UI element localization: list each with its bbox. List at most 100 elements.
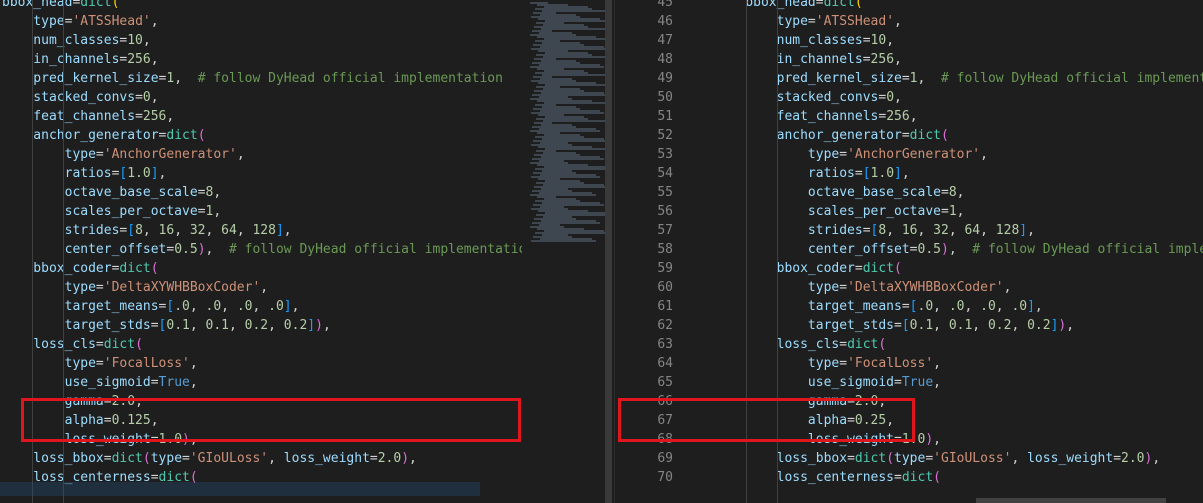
code-token: ,: [901, 166, 910, 181]
code-line[interactable]: type='DeltaXYWHBBoxCoder',: [2, 278, 269, 297]
code-line[interactable]: in_channels=256,: [2, 50, 158, 69]
code-token: target_means: [714, 299, 902, 314]
minimap[interactable]: [522, 0, 612, 503]
code-token: =: [807, 14, 816, 29]
code-token: .0: [205, 299, 222, 314]
code-line[interactable]: ratios=[1.0],: [2, 164, 167, 183]
code-line[interactable]: 59 bbox_coder=dict(: [615, 259, 902, 278]
code-token: ,: [205, 242, 229, 257]
code-text: bbox_coder=dict(: [714, 259, 902, 278]
code-token: =: [839, 147, 848, 162]
code-line[interactable]: 61 target_means=[.0, .0, .0, .0],: [615, 297, 1042, 316]
code-token: 0.5: [917, 242, 941, 257]
code-text: type='AnchorGenerator',: [2, 145, 245, 164]
code-line[interactable]: strides=[8, 16, 32, 64, 128],: [2, 221, 292, 240]
code-line[interactable]: 45 bbox_head=dict(: [615, 0, 862, 12]
code-line[interactable]: 49 pred_kernel_size=1, # follow DyHead o…: [615, 69, 1203, 88]
code-line[interactable]: 57 strides=[8, 16, 32, 64, 128],: [615, 221, 1035, 240]
code-line[interactable]: 54 ratios=[1.0],: [615, 164, 910, 183]
line-number: 62: [657, 318, 673, 333]
code-token: =: [854, 166, 863, 181]
code-token: ): [940, 242, 949, 257]
code-token: =: [862, 33, 871, 48]
code-token: =: [940, 185, 949, 200]
code-token: .0: [980, 299, 996, 314]
code-token: ,: [205, 223, 222, 238]
code-line[interactable]: 55 octave_base_scale=8,: [615, 183, 964, 202]
code-line[interactable]: loss_bbox=dict(type='GIoULoss', loss_wei…: [2, 449, 417, 468]
code-line[interactable]: 47 num_classes=10,: [615, 31, 894, 50]
code-token: 1: [909, 71, 918, 86]
code-token: [: [862, 166, 871, 181]
code-token: ,: [142, 33, 151, 48]
code-line[interactable]: target_means=[.0, .0, .0, .0],: [2, 297, 300, 316]
code-token: (: [135, 337, 143, 352]
code-line[interactable]: scales_per_octave=1,: [2, 202, 222, 221]
code-line[interactable]: 48 in_channels=256,: [615, 50, 902, 69]
code-line[interactable]: 52 anchor_generator=dict(: [615, 126, 948, 145]
code-token: ,: [980, 147, 988, 162]
code-line[interactable]: target_stds=[0.1, 0.1, 0.2, 0.2]),: [2, 316, 331, 335]
code-line[interactable]: 50 stacked_convs=0,: [615, 88, 902, 107]
code-line[interactable]: stacked_convs=0,: [2, 88, 158, 107]
code-token: ,: [189, 356, 198, 371]
code-line[interactable]: 60 type='DeltaXYWHBBoxCoder',: [615, 278, 1011, 297]
code-token: ,: [948, 223, 965, 238]
code-line[interactable]: 51 feat_channels=256,: [615, 107, 918, 126]
line-number: 61: [657, 299, 673, 314]
code-line[interactable]: num_classes=10,: [2, 31, 151, 50]
horizontal-scrollbar[interactable]: [976, 498, 1166, 503]
diff-highlight-box-left: [21, 398, 521, 442]
code-token: .0: [948, 299, 965, 314]
code-token: ,: [409, 451, 417, 466]
minimap-row: [531, 240, 596, 242]
code-token: feat_channels: [714, 109, 879, 124]
code-token: =: [135, 90, 143, 105]
code-token: ,: [956, 204, 965, 219]
code-line[interactable]: 63 loss_cls=dict(: [615, 335, 886, 354]
code-token: target_stds: [2, 318, 151, 333]
code-line[interactable]: 46 type='ATSSHead',: [615, 12, 902, 31]
code-token: ]: [1027, 299, 1035, 314]
code-text: feat_channels=256,: [2, 107, 174, 126]
code-token: ): [925, 432, 934, 447]
code-line[interactable]: 62 target_stds=[0.1, 0.1, 0.2, 0.2]),: [615, 316, 1074, 335]
line-number: 52: [657, 128, 673, 143]
code-token: ,: [236, 147, 245, 162]
code-line[interactable]: feat_channels=256,: [2, 107, 174, 126]
code-line[interactable]: loss_cls=dict(: [2, 335, 143, 354]
code-token: =: [894, 470, 902, 485]
code-text: type='DeltaXYWHBBoxCoder',: [714, 278, 1012, 297]
code-token: ,: [917, 223, 934, 238]
code-line[interactable]: 69 loss_bbox=dict(type='GIoULoss', loss_…: [615, 449, 1160, 468]
code-token: ,: [909, 109, 918, 124]
code-token: ,: [213, 185, 222, 200]
code-token: type: [2, 280, 96, 295]
code-text: target_stds=[0.1, 0.1, 0.2, 0.2]),: [2, 316, 331, 335]
code-line[interactable]: bbox_coder=dict(: [2, 259, 158, 278]
code-token: ,: [291, 299, 300, 314]
code-token: dict: [854, 451, 887, 466]
vertical-scrollbar[interactable]: [605, 0, 612, 503]
code-line[interactable]: bbox_head=dict(: [2, 0, 119, 12]
code-token: num_classes: [2, 33, 120, 48]
code-line[interactable]: octave_base_scale=8,: [2, 183, 222, 202]
code-line[interactable]: center_offset=0.5), # follow DyHead offi…: [2, 240, 522, 259]
code-line[interactable]: type='ATSSHead',: [2, 12, 158, 31]
code-token: (: [933, 470, 941, 485]
code-token: center_offset: [714, 242, 910, 257]
code-token: =: [862, 52, 871, 67]
code-line[interactable]: pred_kernel_size=1, # follow DyHead offi…: [2, 69, 503, 88]
code-token: dict: [901, 470, 934, 485]
code-line[interactable]: type='AnchorGenerator',: [2, 145, 245, 164]
code-token: 1.0: [870, 166, 895, 181]
code-line[interactable]: 53 type='AnchorGenerator',: [615, 145, 988, 164]
code-token: loss_bbox: [714, 451, 848, 466]
code-token: type: [2, 14, 65, 29]
code-token: bbox_coder: [2, 261, 112, 276]
code-token: 'DeltaXYWHBBoxCoder': [103, 280, 261, 295]
code-line[interactable]: 58 center_offset=0.5), # follow DyHead o…: [615, 240, 1203, 259]
code-token: 128: [995, 223, 1020, 238]
code-token: ,: [260, 280, 269, 295]
code-line[interactable]: 56 scales_per_octave=1,: [615, 202, 964, 221]
